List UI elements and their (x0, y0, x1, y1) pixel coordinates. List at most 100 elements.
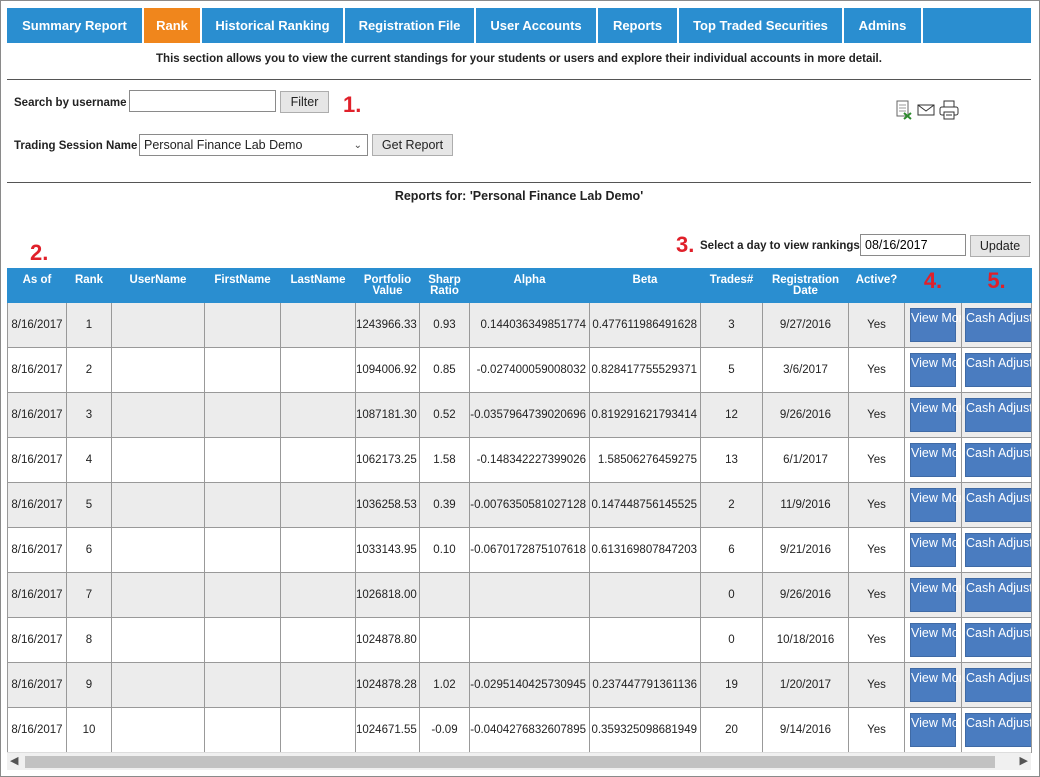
search-input[interactable] (129, 90, 276, 112)
cell-rank: 1 (66, 302, 112, 348)
cell-username (111, 572, 205, 618)
cell-sharp: 0.52 (419, 392, 470, 438)
cell-cash-adjustment: Cash Adjustment (961, 527, 1032, 573)
cell-view-more: View More (904, 572, 962, 618)
column-header: 4. (904, 268, 962, 303)
table-row: 8/16/2017 2 1094006.92 0.85 -0.0274000590080… (7, 347, 1032, 393)
cell-alpha: -0.0357964739020696 (469, 392, 590, 438)
cash-adjustment-button[interactable]: Cash Adjustment (965, 443, 1031, 477)
cell-sharp: 0.85 (419, 347, 470, 393)
nav-tab-user-accounts[interactable]: User Accounts (476, 8, 598, 43)
cell-as-of: 8/16/2017 (7, 347, 67, 393)
nav-tab-historical-ranking[interactable]: Historical Ranking (202, 8, 345, 43)
cell-view-more: View More (904, 437, 962, 483)
cell-rank: 3 (66, 392, 112, 438)
cell-rank: 5 (66, 482, 112, 528)
cell-username (111, 482, 205, 528)
cell-lastname (280, 617, 356, 663)
view-more-button[interactable]: View More (910, 533, 961, 567)
get-report-button[interactable]: Get Report (372, 134, 453, 156)
session-select-value: Personal Finance Lab Demo (144, 138, 303, 152)
rankings-table: As of Rank UserName FirstName LastName Portfo… (7, 268, 1032, 753)
cell-reg-date: 1/20/2017 (762, 662, 849, 708)
view-more-button[interactable]: View More (910, 353, 961, 387)
nav-tab-rank[interactable]: Rank (144, 8, 202, 43)
nav-tab-summary-report[interactable]: Summary Report (7, 8, 144, 43)
cell-beta: 0.359325098681949 (589, 707, 701, 753)
cell-active: Yes (848, 437, 905, 483)
horizontal-scrollbar[interactable]: ◀ ▶ (7, 752, 1031, 770)
cell-reg-date: 3/6/2017 (762, 347, 849, 393)
print-icon[interactable] (939, 100, 959, 123)
cash-adjustment-button[interactable]: Cash Adjustment (965, 353, 1031, 387)
cell-alpha (469, 617, 590, 663)
cash-adjustment-button[interactable]: Cash Adjustment (965, 578, 1031, 612)
cash-adjustment-button[interactable]: Cash Adjustment (965, 533, 1031, 567)
marker-1: 1. (343, 92, 362, 117)
view-more-button[interactable]: View More (910, 623, 961, 657)
nav-tab-top-traded-securities[interactable]: Top Traded Securities (679, 8, 844, 43)
nav-tab-registration-file[interactable]: Registration File (345, 8, 476, 43)
cash-adjustment-button[interactable]: Cash Adjustment (965, 623, 1031, 657)
date-select-label: Select a day to view rankings (700, 240, 860, 252)
cell-portfolio: 1024878.80 (355, 617, 420, 663)
cell-active: Yes (848, 392, 905, 438)
view-more-button[interactable]: View More (910, 713, 961, 747)
scroll-right-icon[interactable]: ▶ (1020, 754, 1028, 767)
cell-firstname (204, 662, 281, 708)
nav-tab-admins[interactable]: Admins (844, 8, 923, 43)
date-input[interactable] (860, 234, 966, 256)
cell-portfolio: 1087181.30 (355, 392, 420, 438)
view-more-button[interactable]: View More (910, 488, 961, 522)
filter-button[interactable]: Filter (280, 91, 329, 113)
view-more-button[interactable]: View More (910, 668, 961, 702)
column-header: Active? (848, 268, 905, 303)
table-row: 8/16/2017 8 1024878.80 0 10/18/2016 Yes View M… (7, 617, 1032, 663)
cash-adjustment-button[interactable]: Cash Adjustment (965, 713, 1031, 747)
column-header: UserName (111, 268, 205, 303)
cash-adjustment-button[interactable]: Cash Adjustment (965, 308, 1031, 342)
cell-view-more: View More (904, 302, 962, 348)
email-icon[interactable] (917, 100, 935, 123)
cash-adjustment-button[interactable]: Cash Adjustment (965, 668, 1031, 702)
column-header: As of (7, 268, 67, 303)
cell-rank: 9 (66, 662, 112, 708)
table-row: 8/16/2017 1 1243966.33 0.93 0.14403634985177… (7, 302, 1032, 348)
column-header: FirstName (204, 268, 281, 303)
marker-5: 5. (987, 268, 1006, 293)
cell-trades: 2 (700, 482, 763, 528)
update-button[interactable]: Update (970, 235, 1030, 257)
cell-rank: 8 (66, 617, 112, 663)
cell-sharp (419, 617, 470, 663)
cell-beta: 0.613169807847203 (589, 527, 701, 573)
cell-cash-adjustment: Cash Adjustment (961, 707, 1032, 753)
nav-tab-reports[interactable]: Reports (598, 8, 679, 43)
scroll-left-icon[interactable]: ◀ (10, 754, 18, 767)
view-more-button[interactable]: View More (910, 443, 961, 477)
cash-adjustment-button[interactable]: Cash Adjustment (965, 398, 1031, 432)
cell-view-more: View More (904, 482, 962, 528)
view-more-button[interactable]: View More (910, 308, 961, 342)
cell-active: Yes (848, 617, 905, 663)
marker-4: 4. (923, 268, 943, 293)
scrollbar-thumb[interactable] (25, 756, 995, 768)
cell-sharp (419, 572, 470, 618)
cell-trades: 3 (700, 302, 763, 348)
cell-trades: 12 (700, 392, 763, 438)
divider (7, 79, 1031, 80)
cell-trades: 6 (700, 527, 763, 573)
excel-export-icon[interactable] (895, 100, 913, 123)
cell-reg-date: 10/18/2016 (762, 617, 849, 663)
table-row: 8/16/2017 9 1024878.28 1.02 -0.0295140425730… (7, 662, 1032, 708)
view-more-button[interactable]: View More (910, 398, 961, 432)
view-more-button[interactable]: View More (910, 578, 961, 612)
cell-as-of: 8/16/2017 (7, 482, 67, 528)
column-header: Registration Date (762, 268, 849, 303)
cell-portfolio: 1026818.00 (355, 572, 420, 618)
cash-adjustment-button[interactable]: Cash Adjustment (965, 488, 1031, 522)
cell-reg-date: 9/26/2016 (762, 572, 849, 618)
cell-trades: 20 (700, 707, 763, 753)
cell-cash-adjustment: Cash Adjustment (961, 662, 1032, 708)
cell-active: Yes (848, 482, 905, 528)
session-select[interactable]: Personal Finance Lab Demo ⌄ (139, 134, 368, 156)
